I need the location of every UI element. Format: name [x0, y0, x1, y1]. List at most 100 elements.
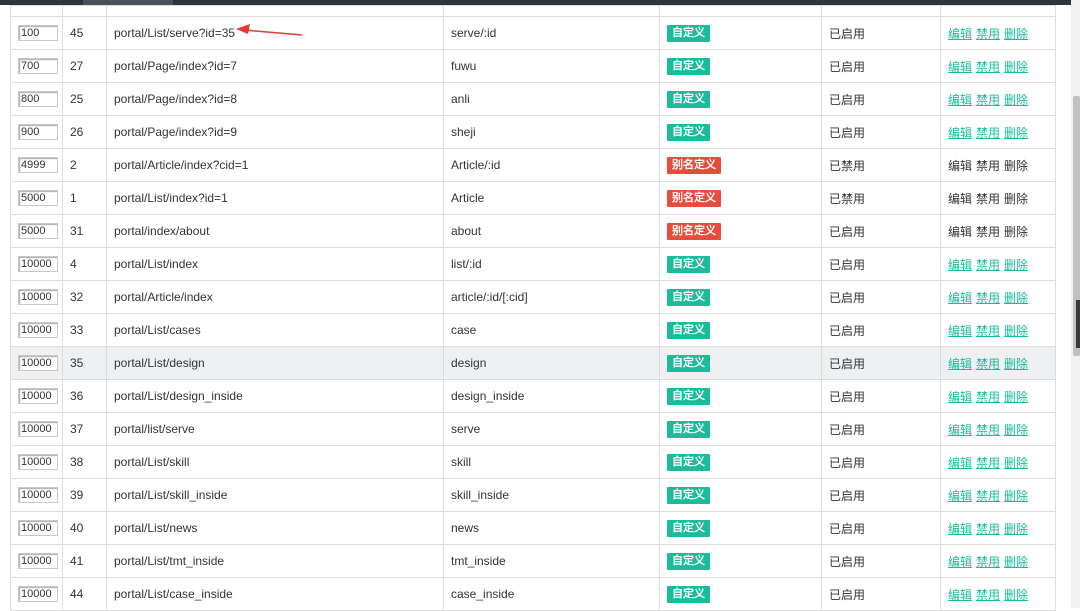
alias-cell: sheji	[443, 115, 660, 149]
order-input[interactable]	[18, 355, 58, 371]
delete-link[interactable]: 删除	[1004, 555, 1028, 569]
delete-link[interactable]: 删除	[1004, 27, 1028, 41]
actions-cell: 编辑 禁用 删除	[940, 412, 1056, 446]
edit-link[interactable]: 编辑	[948, 27, 972, 41]
order-input[interactable]	[18, 454, 58, 470]
order-input[interactable]	[18, 91, 58, 107]
table-row: 35portal/List/designdesign 自定义 已启用编辑禁用删除	[10, 346, 1056, 380]
table-row: 45portal/List/serve?id=35serve/:id自定义已启用…	[10, 16, 1056, 50]
type-badge: 自定义	[667, 24, 710, 42]
type-badge: 自定义	[667, 57, 710, 75]
order-cell	[10, 346, 63, 380]
order-cell	[10, 82, 63, 116]
order-input[interactable]	[18, 586, 58, 602]
edit-link[interactable]: 编辑	[948, 324, 972, 338]
order-input[interactable]	[18, 124, 58, 140]
delete-link[interactable]: 删除	[1004, 357, 1028, 371]
delete-link[interactable]: 删除	[1004, 60, 1028, 74]
table-row: 39portal/List/skill_insideskill_inside 自定…	[10, 478, 1056, 512]
disable-link[interactable]: 禁用	[976, 291, 1000, 305]
status-cell: 已启用	[821, 214, 941, 248]
type-badge: 自定义	[667, 354, 710, 372]
delete-link[interactable]: 删除	[1004, 291, 1028, 305]
edit-link[interactable]: 编辑	[948, 489, 972, 503]
order-input[interactable]	[18, 520, 58, 536]
table-row: 2portal/Article/index?cid=1Article/:id 别名…	[10, 148, 1056, 182]
disable-link[interactable]: 禁用	[976, 522, 1000, 536]
actions-cell: 编辑 禁用 删除	[940, 49, 1056, 83]
url-cell: portal/Article/index	[106, 280, 444, 314]
order-cell	[10, 313, 63, 347]
type-badge: 自定义	[667, 123, 710, 141]
order-input[interactable]	[18, 256, 58, 272]
order-input[interactable]	[18, 223, 58, 239]
edit-link[interactable]: 编辑	[948, 357, 972, 371]
url-cell: portal/Page/index?id=9	[106, 115, 444, 149]
disable-link[interactable]: 禁用	[976, 27, 1000, 41]
delete-link[interactable]: 删除	[1004, 489, 1028, 503]
order-input[interactable]	[18, 190, 58, 206]
edit-link[interactable]: 编辑	[948, 60, 972, 74]
edit-link[interactable]: 编辑	[948, 423, 972, 437]
delete-link[interactable]: 删除	[1004, 588, 1028, 602]
delete-link[interactable]: 删除	[1004, 390, 1028, 404]
order-input[interactable]	[18, 553, 58, 569]
url-cell: portal/Article/index?cid=1	[106, 148, 444, 182]
order-input[interactable]	[18, 157, 58, 173]
id-cell: 39	[62, 478, 107, 512]
actions-cell: 编辑 禁用 删除	[940, 577, 1056, 611]
delete-link[interactable]: 删除	[1004, 93, 1028, 107]
disable-link[interactable]: 禁用	[976, 258, 1000, 272]
status-cell: 已启用	[821, 49, 941, 83]
alias-cell: serve/:id	[443, 16, 660, 50]
order-input[interactable]	[18, 421, 58, 437]
order-input[interactable]	[18, 322, 58, 338]
disable-link[interactable]: 禁用	[976, 93, 1000, 107]
delete-link[interactable]: 删除	[1004, 456, 1028, 470]
disable-link[interactable]: 禁用	[976, 390, 1000, 404]
alias-cell: skill	[443, 445, 660, 479]
disable-link[interactable]: 禁用	[976, 126, 1000, 140]
edit-link[interactable]: 编辑	[948, 456, 972, 470]
order-cell	[10, 214, 63, 248]
disable-link[interactable]: 禁用	[976, 423, 1000, 437]
delete-link[interactable]: 删除	[1004, 324, 1028, 338]
actions-cell: 编辑 禁用 删除	[940, 214, 1056, 248]
edit-link[interactable]: 编辑	[948, 291, 972, 305]
alias-cell: serve	[443, 412, 660, 446]
order-input[interactable]	[18, 25, 58, 41]
type-badge: 自定义	[667, 486, 710, 504]
disable-link[interactable]: 禁用	[976, 456, 1000, 470]
disable-link[interactable]: 禁用	[976, 324, 1000, 338]
table-row: 4portal/List/indexlist/:id 自定义 已启用编辑禁用删除	[10, 247, 1056, 281]
alias-cell: fuwu	[443, 49, 660, 83]
order-cell	[10, 148, 63, 182]
edit-link[interactable]: 编辑	[948, 522, 972, 536]
order-input[interactable]	[18, 58, 58, 74]
disable-link[interactable]: 禁用	[976, 60, 1000, 74]
type-badge: 自定义	[667, 585, 710, 603]
delete-link[interactable]: 删除	[1004, 126, 1028, 140]
edit-link[interactable]: 编辑	[948, 390, 972, 404]
edit-link[interactable]: 编辑	[948, 258, 972, 272]
type-badge: 自定义	[667, 255, 710, 273]
delete-link[interactable]: 删除	[1004, 423, 1028, 437]
edit-link[interactable]: 编辑	[948, 555, 972, 569]
edit-link[interactable]: 编辑	[948, 588, 972, 602]
order-input[interactable]	[18, 388, 58, 404]
edit-link[interactable]: 编辑	[948, 93, 972, 107]
id-cell: 31	[62, 214, 107, 248]
disable-link[interactable]: 禁用	[976, 588, 1000, 602]
disable-link[interactable]: 禁用	[976, 357, 1000, 371]
type-cell: 自定义	[659, 82, 822, 116]
table-row: 31portal/index/aboutabout 别名定义 已启用编辑禁用删除	[10, 214, 1056, 248]
order-cell	[10, 115, 63, 149]
delete-link[interactable]: 删除	[1004, 522, 1028, 536]
disable-link[interactable]: 禁用	[976, 489, 1000, 503]
disable-link[interactable]: 禁用	[976, 555, 1000, 569]
edit-link[interactable]: 编辑	[948, 126, 972, 140]
order-input[interactable]	[18, 289, 58, 305]
edit-link: 编辑	[948, 191, 973, 206]
delete-link[interactable]: 删除	[1004, 258, 1028, 272]
order-input[interactable]	[18, 487, 58, 503]
